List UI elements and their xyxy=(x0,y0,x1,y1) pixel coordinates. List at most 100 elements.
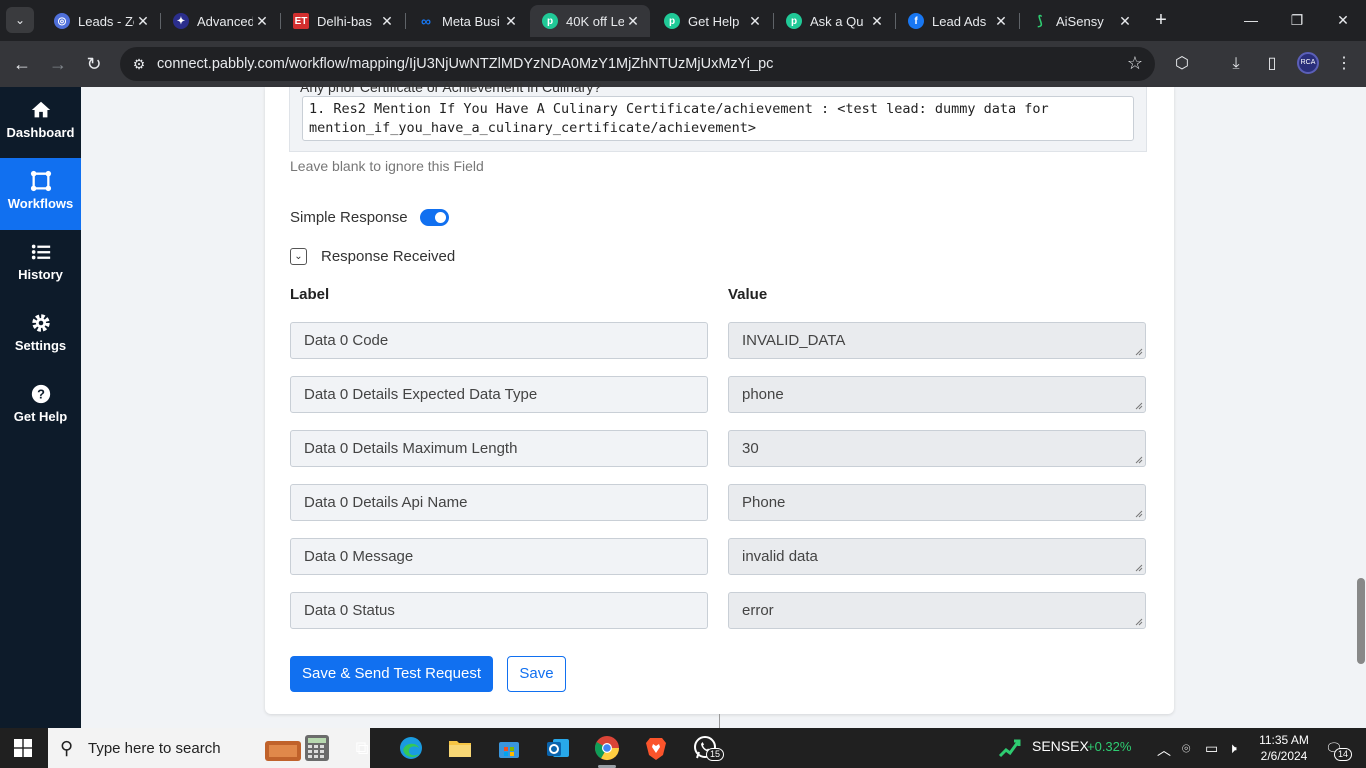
browser-tab[interactable]: p Ask a Qu ✕ xyxy=(774,5,894,37)
connector-line xyxy=(719,714,720,728)
sensex-label[interactable]: SENSEX xyxy=(1032,738,1089,754)
browser-tab[interactable]: ✦ Advanced ✕ xyxy=(161,5,279,37)
sidebar-item-dashboard[interactable]: Dashboard xyxy=(0,87,81,159)
close-tab-icon[interactable]: ✕ xyxy=(746,13,764,30)
address-bar[interactable]: ⚙ connect.pabbly.com/workflow/mapping/Ij… xyxy=(120,47,1155,81)
response-value-field[interactable]: phone xyxy=(728,376,1146,413)
close-tab-icon[interactable]: ✕ xyxy=(992,13,1010,30)
chevron-down-icon[interactable]: ⌄ xyxy=(290,248,307,265)
browser-tab[interactable]: ∞ Meta Busi ✕ xyxy=(406,5,528,37)
search-icon: ⚲ xyxy=(60,738,74,758)
response-value-field[interactable]: 30 xyxy=(728,430,1146,467)
help-icon: ? xyxy=(31,384,50,404)
sidebar-item-history[interactable]: History xyxy=(0,229,81,301)
sidebar-item-get-help[interactable]: ? Get Help xyxy=(0,371,81,443)
chrome-icon[interactable] xyxy=(593,734,621,762)
response-label-field[interactable]: Data 0 Details Maximum Length xyxy=(290,430,708,467)
label-column-header: Label xyxy=(290,286,330,303)
tab-search-button[interactable]: ⌄ xyxy=(6,7,34,33)
mapping-card: Any prior Certificate or Achievement in … xyxy=(265,79,1174,714)
volume-icon[interactable]: 🕨 xyxy=(1228,740,1237,757)
facebook-icon: f xyxy=(908,13,924,29)
response-value-field[interactable]: Phone xyxy=(728,484,1146,521)
save-send-test-request-button[interactable]: Save & Send Test Request xyxy=(290,656,493,692)
taskbar-search[interactable]: ⚲ Type here to search xyxy=(48,728,370,768)
pabbly-icon: p xyxy=(542,13,558,29)
et-icon: ET xyxy=(293,13,309,29)
file-explorer-icon[interactable] xyxy=(446,734,474,762)
simple-response-toggle[interactable] xyxy=(419,209,449,226)
tray-chevron-up-icon[interactable]: ︿ xyxy=(1157,740,1171,760)
extensions-icon[interactable]: ⬡ xyxy=(1171,53,1193,75)
browser-tab-active[interactable]: p 40K off Le ✕ xyxy=(530,5,650,37)
meta-icon: ∞ xyxy=(421,13,431,29)
value-column-header: Value xyxy=(728,286,768,303)
simple-response-row: Simple Response xyxy=(290,209,449,226)
whatsapp-badge: 15 xyxy=(706,748,725,761)
field-mapping-input[interactable]: 1. Res2 Mention If You Have A Culinary C… xyxy=(302,96,1134,141)
close-tab-icon[interactable]: ✕ xyxy=(1116,13,1134,30)
menu-kebab-icon[interactable]: ⋮ xyxy=(1333,53,1355,75)
new-tab-button[interactable]: + xyxy=(1150,8,1172,32)
close-tab-icon[interactable]: ✕ xyxy=(253,13,271,30)
svg-text:?: ? xyxy=(37,387,45,402)
response-label-field[interactable]: Data 0 Details Expected Data Type xyxy=(290,376,708,413)
field-mapping-label: Any prior Certificate or Achievement in … xyxy=(300,79,602,95)
pabbly-icon: p xyxy=(786,13,802,29)
profile-avatar[interactable]: RCA xyxy=(1297,52,1319,74)
forward-icon[interactable]: → xyxy=(45,51,71,77)
side-panel-icon[interactable]: ▯ xyxy=(1261,53,1283,75)
windows-taskbar: ⚲ Type here to search ⧉ 15 SENSEX +0.32%… xyxy=(0,728,1366,768)
windows-start-icon[interactable] xyxy=(14,739,32,757)
response-value-field[interactable]: invalid data xyxy=(728,538,1146,575)
bookmark-star-icon[interactable]: ☆ xyxy=(1127,53,1143,74)
browser-tab[interactable]: ET Delhi-bas ✕ xyxy=(281,5,404,37)
close-tab-icon[interactable]: ✕ xyxy=(868,13,886,30)
minimize-icon[interactable]: — xyxy=(1228,0,1274,41)
outlook-icon[interactable] xyxy=(544,734,572,762)
close-tab-icon[interactable]: ✕ xyxy=(502,13,520,30)
workflow-icon xyxy=(30,170,51,192)
url-text[interactable]: connect.pabbly.com/workflow/mapping/IjU3… xyxy=(157,56,773,72)
taskbar-search-input[interactable]: Type here to search xyxy=(88,740,221,757)
response-value-field[interactable]: INVALID_DATA xyxy=(728,322,1146,359)
history-icon xyxy=(31,244,50,260)
search-highlight-icon xyxy=(265,735,329,761)
browser-tab[interactable]: f Lead Ads ✕ xyxy=(896,5,1018,37)
sidebar-item-settings[interactable]: Settings xyxy=(0,300,81,372)
field-hint: Leave blank to ignore this Field xyxy=(290,158,484,174)
browser-tab[interactable]: ◎ Leads - Zo ✕ xyxy=(42,5,160,37)
scrollbar-thumb[interactable] xyxy=(1357,578,1365,664)
browser-tab[interactable]: ⟆ AiSensy ✕ xyxy=(1020,5,1142,37)
sensex-change: +0.32% xyxy=(1087,739,1132,754)
response-label-field[interactable]: Data 0 Status xyxy=(290,592,708,629)
close-tab-icon[interactable]: ✕ xyxy=(134,13,152,30)
edge-icon[interactable] xyxy=(397,734,425,762)
close-tab-icon[interactable]: ✕ xyxy=(624,13,642,30)
response-label-field[interactable]: Data 0 Details Api Name xyxy=(290,484,708,521)
sidebar-item-workflows[interactable]: Workflows xyxy=(0,158,81,230)
reload-icon[interactable]: ↻ xyxy=(81,51,107,77)
task-view-icon[interactable]: ⧉ xyxy=(348,734,376,762)
close-window-icon[interactable]: ✕ xyxy=(1320,0,1366,41)
site-info-icon[interactable]: ⚙ xyxy=(130,55,148,73)
response-received-row[interactable]: ⌄ Response Received xyxy=(290,248,455,265)
response-value-field[interactable]: error xyxy=(728,592,1146,629)
brave-icon[interactable] xyxy=(642,734,670,762)
close-tab-icon[interactable]: ✕ xyxy=(378,13,396,30)
download-icon[interactable]: ⤓ xyxy=(1225,53,1247,75)
browser-toolbar: ← → ↻ ⚙ connect.pabbly.com/workflow/mapp… xyxy=(0,41,1366,87)
network-icon[interactable]: ▭ xyxy=(1205,740,1218,757)
back-icon[interactable]: ← xyxy=(9,51,35,77)
taskbar-clock[interactable]: 11:35 AM 2/6/2024 xyxy=(1256,732,1312,764)
browser-tab[interactable]: p Get Help ✕ xyxy=(652,5,772,37)
zoho-icon: ◎ xyxy=(54,13,70,29)
response-label-field[interactable]: Data 0 Message xyxy=(290,538,708,575)
response-label-field[interactable]: Data 0 Code xyxy=(290,322,708,359)
gear-icon xyxy=(31,314,50,332)
clock-date: 2/6/2024 xyxy=(1260,749,1308,763)
save-button[interactable]: Save xyxy=(507,656,566,692)
store-icon[interactable] xyxy=(495,734,523,762)
camera-icon[interactable]: ⌾ xyxy=(1182,740,1190,757)
restore-icon[interactable]: ❐ xyxy=(1274,0,1320,41)
